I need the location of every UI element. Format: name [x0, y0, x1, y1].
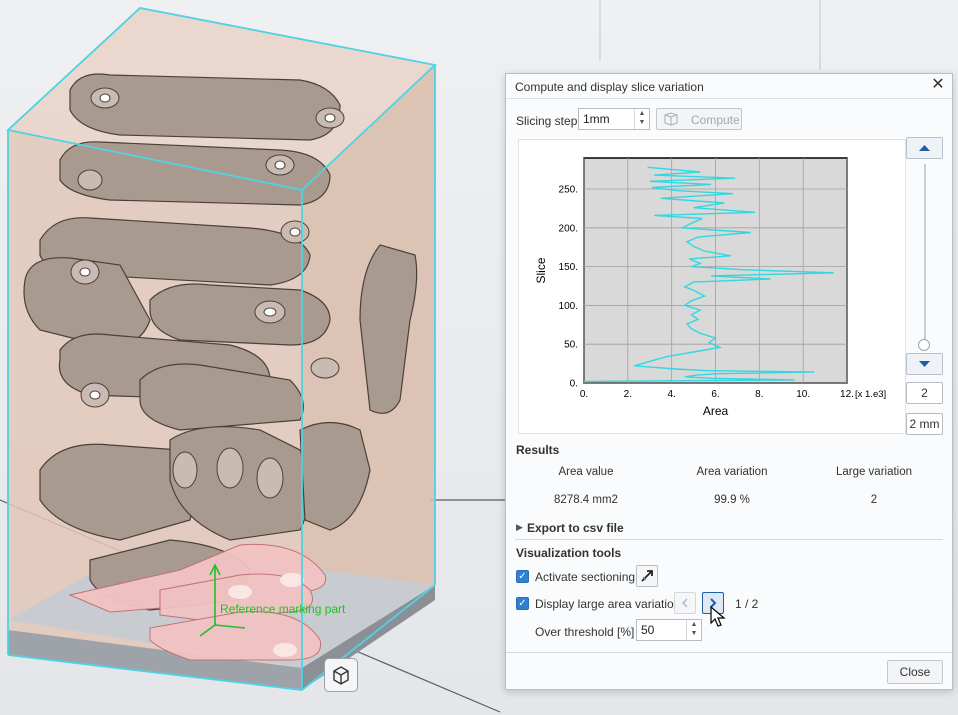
threshold-label: Over threshold [%] [535, 625, 635, 639]
close-button[interactable]: Close [887, 660, 943, 684]
y-tick-label: 200. [559, 223, 578, 234]
results-header-area-variation: Area variation [696, 466, 768, 478]
results-large-variation: 2 [870, 494, 878, 506]
reference-marking-label: Reference marking part [220, 602, 346, 616]
x-unit-label: [x 1.e3] [855, 389, 886, 400]
compute-button[interactable]: Compute [656, 108, 742, 130]
slider-thumb[interactable] [918, 339, 930, 351]
y-tick-label: 250. [559, 185, 578, 196]
x-tick-label: 2. [624, 389, 632, 400]
x-tick-label: 6. [711, 389, 719, 400]
activate-sectioning-checkbox[interactable]: ✓ [516, 570, 529, 583]
x-tick-label: 4. [667, 389, 675, 400]
close-icon[interactable]: ✕ [929, 76, 947, 94]
x-tick-label: 10. [796, 389, 810, 400]
threshold-value: 50 [641, 623, 655, 637]
results-header-area-value: Area value [558, 466, 614, 478]
y-axis-label: Slice [534, 257, 548, 283]
slice-index-field[interactable]: 2 [906, 382, 943, 404]
down-arrow-icon [919, 361, 930, 367]
chevron-left-icon [681, 598, 688, 608]
slicing-step-value: 1mm [583, 112, 610, 126]
threshold-spinbox[interactable]: 50 ▲ ▼ [636, 619, 702, 641]
slider-track[interactable] [924, 164, 926, 349]
export-csv-toggle[interactable]: Export to csv file [527, 521, 624, 535]
y-tick-label: 150. [559, 262, 578, 273]
x-axis-label: Area [703, 404, 729, 418]
results-area-value: 8278.4 mm2 [554, 494, 618, 506]
up-arrow-icon [919, 145, 930, 151]
x-tick-label: 8. [755, 389, 763, 400]
chart-svg: 0. 2. 4. 6. 8. 10. 12. 0. 50. 100. 150. 200. 250. Ar… [534, 157, 886, 418]
section-tool-icon[interactable] [636, 565, 658, 587]
display-large-variation-label: Display large area variation [535, 597, 681, 611]
y-tick-label: 0. [570, 379, 578, 390]
compute-label: Compute [691, 113, 740, 127]
results-title: Results [516, 443, 560, 457]
dialog-title: Compute and display slice variation [515, 80, 704, 94]
slice-height-field: 2 mm [906, 413, 943, 435]
compute-icon [664, 112, 678, 126]
divider [515, 539, 943, 540]
view-cube-icon[interactable] [324, 658, 358, 692]
y-tick-label: 100. [559, 301, 578, 312]
slicing-step-spinbox[interactable]: 1mm ▲ ▼ [578, 108, 650, 130]
display-large-variation-checkbox[interactable]: ✓ [516, 597, 529, 610]
results-area-variation: 99.9 % [714, 494, 750, 506]
mouse-cursor-icon [710, 606, 726, 627]
spin-arrows-icon[interactable]: ▲ ▼ [634, 109, 649, 129]
x-tick-label: 12. [840, 389, 854, 400]
footer-divider [506, 652, 952, 653]
results-header-large-variation: Large variation [835, 466, 913, 478]
variation-page-indicator: 1 / 2 [735, 597, 759, 611]
slice-area-chart: 0. 2. 4. 6. 8. 10. 12. 0. 50. 100. 150. 200. 250. Ar… [518, 139, 906, 434]
x-tick-label: 0. [580, 389, 588, 400]
activate-sectioning-label: Activate sectioning [535, 570, 636, 584]
threshold-spin-arrows-icon[interactable]: ▲ ▼ [686, 620, 701, 640]
dialog-titlebar[interactable]: Compute and display slice variation ✕ [506, 74, 952, 99]
slicing-step-label: Slicing step [516, 114, 578, 128]
previous-variation-button[interactable] [674, 592, 696, 614]
slider-up-button[interactable] [906, 137, 943, 159]
expand-arrow-icon[interactable]: ▶ [516, 522, 523, 533]
slice-variation-dialog: Compute and display slice variation ✕ Sl… [505, 73, 953, 690]
slider-down-button[interactable] [906, 353, 943, 375]
visualization-tools-title: Visualization tools [516, 546, 622, 560]
y-tick-label: 50. [564, 340, 578, 351]
